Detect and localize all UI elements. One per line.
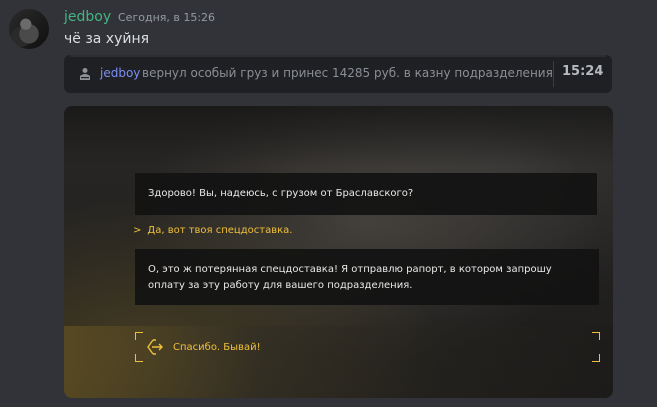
screenshot-shade	[64, 106, 613, 166]
selection-corner	[592, 354, 600, 362]
exit-dialogue-icon[interactable]	[146, 338, 164, 356]
selection-corner	[135, 354, 143, 362]
embed-separator	[553, 61, 554, 87]
npc-dialogue-text: Здорово! Вы, надеюсь, с грузом от Брасла…	[148, 188, 414, 199]
username[interactable]: jedboy	[64, 9, 111, 25]
embed-divider-line	[70, 55, 606, 57]
player-icon	[79, 67, 91, 81]
selection-corner	[592, 332, 600, 340]
npc-dialogue-box: О, это ж потерянная спецдоставка! Я отпр…	[135, 249, 599, 305]
game-screenshot[interactable]: Здорово! Вы, надеюсь, с грузом от Брасла…	[64, 106, 613, 398]
message-text: чё за хуйня	[64, 31, 150, 47]
message-timestamp: Сегодня, в 15:26	[118, 11, 216, 24]
embed-event-text: вернул особый груз и принес 14285 руб. в…	[142, 66, 553, 80]
dialogue-options-bar	[64, 326, 613, 398]
chat-message: jedboy Сегодня, в 15:26 чё за хуйня jedb…	[0, 0, 657, 407]
embed-player-name[interactable]: jedboy	[100, 66, 140, 80]
log-embed: jedboy вернул особый груз и принес 14285…	[64, 55, 612, 93]
exit-dialogue-option[interactable]: Спасибо. Бывай!	[173, 342, 261, 353]
player-reply-text: Да, вот твоя спецдоставка.	[147, 225, 293, 236]
player-reply: > Да, вот твоя спецдоставка.	[133, 225, 292, 236]
npc-dialogue-text: О, это ж потерянная спецдоставка! Я отпр…	[148, 264, 552, 291]
selection-corner	[135, 332, 143, 340]
reply-marker: >	[133, 225, 142, 236]
avatar[interactable]	[9, 9, 49, 49]
npc-dialogue-box: Здорово! Вы, надеюсь, с грузом от Брасла…	[135, 173, 597, 215]
embed-time: 15:24	[562, 64, 604, 79]
